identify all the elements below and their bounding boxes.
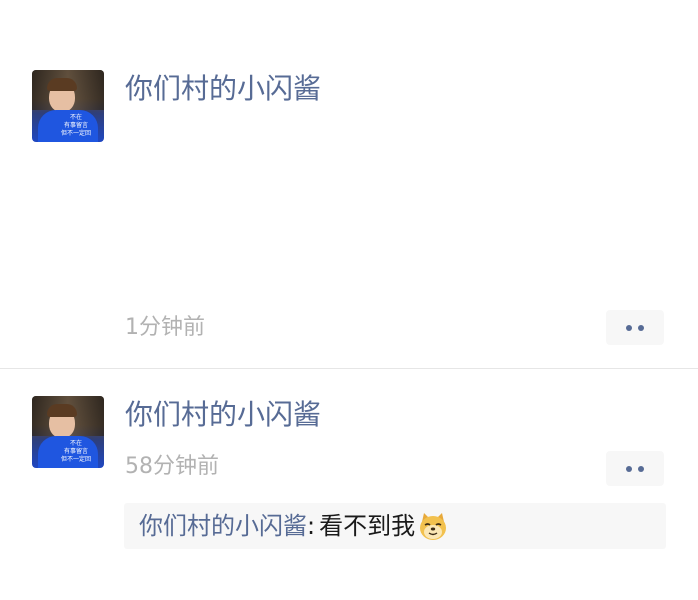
avatar-hair (47, 78, 77, 91)
comment-text[interactable]: 看不到我 (319, 511, 415, 541)
comment-list: 你们村的小闪酱 : 看不到我 (124, 503, 666, 549)
moments-feed: 不在 有事留言 但不一定回 你们村的小闪酱 1分钟前 不在 有事留言 但不一定回 (0, 0, 698, 600)
author-name[interactable]: 你们村的小闪酱 (125, 71, 321, 107)
more-actions-button[interactable] (606, 451, 664, 486)
ellipsis-icon (626, 465, 644, 472)
avatar-caption-line: 不在 (69, 440, 82, 447)
author-name[interactable]: 你们村的小闪酱 (125, 397, 321, 433)
avatar-caption-line: 有事留言 (63, 448, 88, 455)
avatar-caption: 不在 有事留言 但不一定回 (50, 114, 102, 138)
ellipsis-icon (626, 324, 644, 331)
comment-separator: : (307, 512, 316, 540)
avatar-caption: 不在 有事留言 但不一定回 (50, 440, 102, 464)
moment-post: 不在 有事留言 但不一定回 你们村的小闪酱 1分钟前 (0, 0, 698, 368)
avatar[interactable]: 不在 有事留言 但不一定回 (32, 70, 104, 142)
more-actions-button[interactable] (606, 310, 664, 345)
comment-author[interactable]: 你们村的小闪酱 (139, 511, 307, 541)
doge-emoji-icon (420, 513, 447, 540)
post-time: 1分钟前 (125, 315, 205, 340)
post-time: 58分钟前 (125, 454, 219, 479)
avatar-caption-line: 但不一定回 (60, 456, 91, 463)
avatar[interactable]: 不在 有事留言 但不一定回 (32, 396, 104, 468)
avatar-caption-line: 不在 (69, 114, 82, 121)
moment-post: 不在 有事留言 但不一定回 你们村的小闪酱 58分钟前 你们村的小闪酱 : 看不… (0, 369, 698, 600)
avatar-caption-line: 但不一定回 (60, 130, 91, 137)
avatar-caption-line: 有事留言 (63, 122, 88, 129)
avatar-hair (47, 404, 77, 417)
